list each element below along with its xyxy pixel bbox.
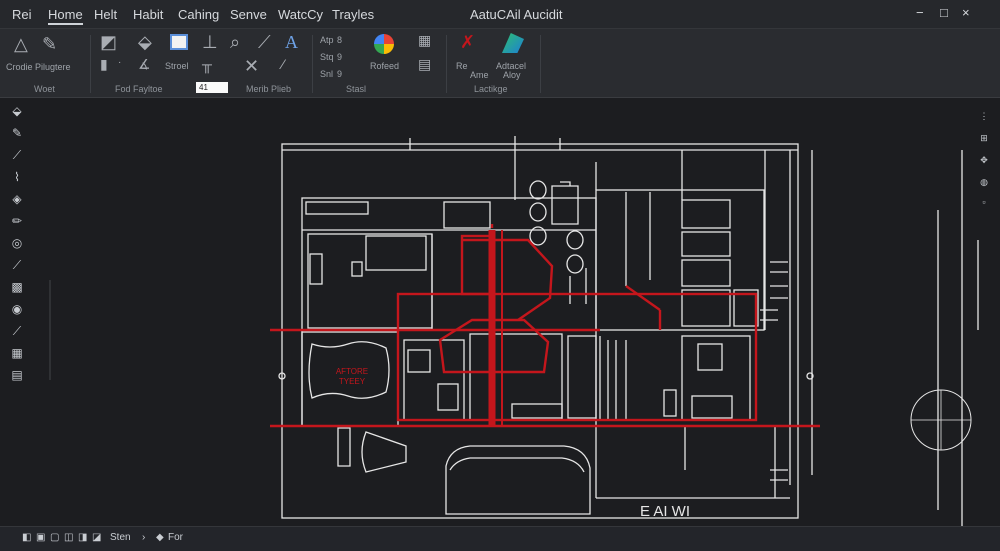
tab-senve[interactable]: Senve [230, 7, 267, 22]
ribbon-separator [90, 35, 91, 93]
search-icon[interactable]: ⌕ [230, 33, 240, 51]
tab-watccy[interactable]: WatcCy [278, 7, 323, 22]
number-a: 8 [337, 35, 343, 45]
layers-icon[interactable]: ▤ [418, 57, 431, 71]
eraser-icon[interactable]: ⬙ [138, 33, 152, 51]
tab-home[interactable]: Home [48, 7, 83, 25]
draw-tools-label: Crodie Pilugtere [6, 62, 71, 72]
edit-icon[interactable]: ◩ [100, 33, 117, 51]
scissors-icon[interactable]: ✕ [244, 57, 259, 75]
polar-icon[interactable]: ◫ [64, 532, 73, 543]
measure-label-2: Ame [470, 70, 489, 80]
lineweight-icon[interactable]: ◪ [92, 532, 101, 543]
number-b: 9 [337, 52, 343, 62]
ribbon-separator [446, 35, 447, 93]
tab-rei[interactable]: Rei [12, 7, 32, 22]
text-a-icon[interactable]: A [285, 33, 298, 51]
group-label-stasl: Stasl [346, 84, 367, 94]
osnap-icon[interactable]: ◨ [78, 532, 87, 543]
brush-icon[interactable]: ⟋ [258, 33, 271, 51]
status-item-for[interactable]: For [168, 532, 183, 543]
block-icon[interactable]: ▮ [100, 57, 108, 71]
manage-tool-icon[interactable] [502, 33, 524, 53]
angle-icon[interactable]: ∡ [138, 57, 151, 71]
maximize-button[interactable]: □ [940, 5, 948, 20]
group-label-woet: Woet [34, 84, 55, 94]
drawing-canvas[interactable]: AFTORE TYEEY E AI WI [0, 98, 1000, 526]
small-label-c: Snl [320, 69, 334, 79]
group-label-lactikge: Lactikge [474, 84, 508, 94]
manage-label-2: Aloy [503, 70, 521, 80]
value-input[interactable] [196, 82, 228, 93]
minimize-button[interactable]: − [916, 5, 924, 20]
tab-trayles[interactable]: Trayles [332, 7, 374, 22]
red-tool-icon[interactable]: ✗ [460, 33, 475, 51]
tab-habit[interactable]: Habit [133, 7, 163, 22]
ortho-icon[interactable]: ▢ [50, 532, 59, 543]
menu-bar: Rei Home Helt Habit Cahing Senve WatcCy … [0, 0, 1000, 29]
triangle-icon[interactable]: △ [14, 35, 28, 53]
dimension-label: E AI WI [640, 503, 690, 520]
measure-label-1: Re [456, 61, 468, 71]
pencil-tool-icon[interactable]: ✎ [42, 35, 57, 53]
column-icon[interactable]: ╥ [202, 57, 212, 71]
window-title: AatuCAil Aucidit [470, 7, 563, 22]
ribbon-separator [540, 35, 541, 93]
number-c: 9 [337, 69, 343, 79]
ribbon-separator [312, 35, 313, 93]
rotate-label: Rofeed [370, 61, 400, 71]
small-dot-icon: · [118, 57, 122, 68]
tab-helt[interactable]: Helt [94, 7, 117, 22]
color-wheel-icon[interactable] [374, 34, 394, 54]
status-item-sten[interactable]: Sten [110, 532, 131, 543]
small-label-a: Atp [320, 35, 334, 45]
red-overlay [270, 224, 820, 428]
wand-icon[interactable]: ⁄ [282, 57, 284, 71]
grid-icon[interactable]: ▦ [418, 33, 431, 47]
group-label-fod: Fod Fayltoe [115, 84, 163, 94]
snap-icon[interactable]: ◧ [22, 532, 31, 543]
tab-cahing[interactable]: Cahing [178, 7, 219, 22]
stamp-icon[interactable]: ⊥ [202, 33, 218, 51]
group-label-merib: Merib Plieb [246, 84, 292, 94]
chevron-right-icon: › [142, 532, 146, 543]
model-icon[interactable]: ◆ [156, 532, 164, 543]
status-bar: ◧ ▣ ▢ ◫ ◨ ◪ Sten › ◆ For [0, 526, 1000, 551]
ribbon-panel: △ ✎ Crodie Pilugtere ◩ ⬙ ▮ ∡ · Stroel ⊥ … [0, 29, 1000, 98]
grid-toggle-icon[interactable]: ▣ [36, 532, 45, 543]
stroke-label: Stroel [165, 61, 189, 71]
red-room-label-1: AFTORE [336, 367, 368, 376]
close-button[interactable]: × [962, 5, 970, 20]
white-fill-swatch[interactable] [170, 34, 188, 50]
small-label-b: Stq [320, 52, 334, 62]
red-room-label-2: TYEEY [339, 377, 366, 386]
